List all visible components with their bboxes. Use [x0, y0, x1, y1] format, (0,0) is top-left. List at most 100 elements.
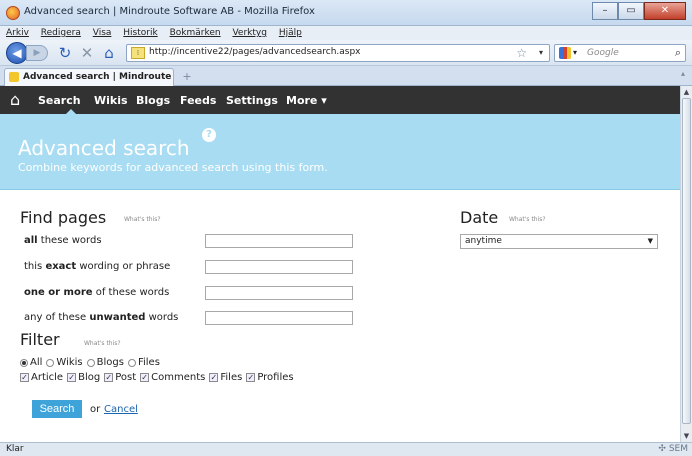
filter-type-radios: All Wikis Blogs Files [20, 357, 164, 368]
scroll-down-icon[interactable]: ▼ [681, 430, 692, 442]
navigation-toolbar: ◀ ▶ ↻ ✕ ⌂ ⁞ http://incentive22/pages/adv… [0, 40, 692, 66]
nav-more[interactable]: More ▾ [286, 94, 327, 107]
site-home-icon[interactable]: ⌂ [10, 91, 28, 109]
date-whats-this-link[interactable]: What's this? [509, 216, 546, 223]
window-title: Advanced search | Mindroute Software AB … [24, 6, 315, 17]
nav-wikis[interactable]: Wikis [94, 94, 128, 107]
exact-phrase-label-bold: exact [45, 261, 77, 272]
radio-blogs[interactable] [86, 358, 95, 367]
check-article[interactable]: ✓ [20, 373, 29, 382]
page-title: Advanced search [18, 136, 190, 160]
menu-historik[interactable]: Historik [123, 28, 157, 38]
search-input[interactable]: Google [587, 48, 619, 58]
nav-blogs[interactable]: Blogs [136, 94, 170, 107]
find-pages-whats-this-link[interactable]: What's this? [124, 216, 161, 223]
exact-phrase-input[interactable] [205, 260, 353, 274]
all-words-label-bold: all [24, 235, 38, 246]
nav-settings[interactable]: Settings [226, 94, 278, 107]
forward-button[interactable]: ▶ [26, 45, 48, 61]
minimize-button[interactable]: – [592, 2, 618, 20]
search-bar[interactable]: ▾ Google ⌕ [554, 44, 686, 62]
unwanted-words-input[interactable] [205, 311, 353, 325]
help-bubble-icon[interactable]: ? [202, 128, 216, 142]
check-profiles-label: Profiles [257, 372, 294, 383]
search-button[interactable]: Search [32, 400, 82, 418]
unwanted-words-label: any of these unwanted words [24, 312, 178, 323]
menu-bokmarken[interactable]: Bokmärken [170, 28, 221, 38]
check-post[interactable]: ✓ [104, 373, 114, 382]
stop-icon[interactable]: ✕ [78, 44, 96, 62]
radio-wikis-label: Wikis [56, 357, 83, 368]
back-button[interactable]: ◀ [6, 42, 28, 64]
site-nav: ⌂ Search Wikis Blogs Feeds Settings More… [0, 86, 680, 114]
radio-all[interactable] [20, 358, 28, 367]
scrollbar-thumb[interactable] [682, 98, 691, 424]
any-words-label-bold: one or more [24, 287, 93, 298]
find-pages-heading: Find pages [20, 208, 107, 227]
filter-content-checkboxes: ✓ Article ✓ Blog ✓ Post ✓ Comments ✓ Files ✓ P… [20, 372, 298, 383]
search-engine-icon[interactable] [559, 47, 571, 59]
firefox-window: Advanced search | Mindroute Software AB … [0, 0, 692, 456]
status-addon-icons: ✣ SEM [658, 444, 688, 454]
menu-verktyg[interactable]: Verktyg [232, 28, 266, 38]
radio-files[interactable] [127, 358, 136, 367]
page-viewport: ⌂ Search Wikis Blogs Feeds Settings More… [0, 86, 680, 442]
exact-phrase-label: this exact wording or phrase [24, 261, 170, 272]
exact-phrase-label-pre: this [24, 261, 46, 272]
firefox-icon [6, 6, 20, 20]
address-bar[interactable]: ⁞ http://incentive22/pages/advancedsearc… [126, 44, 550, 62]
status-text: Klar [6, 444, 24, 454]
menu-arkiv[interactable]: Arkiv [6, 28, 29, 38]
check-files-label: Files [220, 372, 243, 383]
nav-search[interactable]: Search [38, 94, 81, 107]
site-favicon: ⁞ [131, 47, 145, 59]
hero-banner: Advanced search ? Combine keywords for a… [0, 114, 680, 190]
reload-icon[interactable]: ↻ [56, 44, 74, 62]
all-words-input[interactable] [205, 234, 353, 248]
title-bar: Advanced search | Mindroute Software AB … [0, 0, 692, 26]
unwanted-words-label-bold: unwanted [89, 312, 146, 323]
radio-wikis[interactable] [46, 358, 55, 367]
all-words-label-post: these words [37, 235, 102, 246]
date-select[interactable]: anytime ▼ [460, 234, 658, 249]
scroll-up-icon[interactable]: ▲ [681, 86, 692, 98]
any-words-input[interactable] [205, 286, 353, 300]
radio-all-label: All [30, 357, 43, 368]
check-post-label: Post [115, 372, 137, 383]
exact-phrase-label-post: wording or phrase [76, 261, 171, 272]
check-profiles[interactable]: ✓ [246, 373, 256, 382]
check-blog-label: Blog [78, 372, 101, 383]
url-text[interactable]: http://incentive22/pages/advancedsearch.… [149, 47, 361, 57]
maximize-button[interactable]: ▭ [618, 2, 644, 20]
filter-whats-this-link[interactable]: What's this? [84, 340, 121, 347]
all-words-label: all these words [24, 235, 102, 246]
page-subtitle: Combine keywords for advanced search usi… [18, 161, 328, 174]
menu-visa[interactable]: Visa [93, 28, 112, 38]
filter-heading: Filter [20, 330, 60, 349]
unwanted-words-label-post: words [145, 312, 179, 323]
menu-bar: Arkiv Redigera Visa Historik Bokmärken V… [0, 26, 692, 40]
search-go-icon[interactable]: ⌕ [675, 46, 681, 60]
check-article-label: Article [31, 372, 64, 383]
nav-feeds[interactable]: Feeds [180, 94, 216, 107]
vertical-scrollbar[interactable]: ▲ ▼ [680, 86, 692, 442]
check-files[interactable]: ✓ [209, 373, 219, 382]
bookmark-star-icon[interactable]: ☆ [516, 46, 527, 60]
tab-strip: Advanced search | Mindroute Softwa... + … [0, 66, 692, 86]
new-tab-icon[interactable]: + [178, 69, 196, 85]
radio-files-label: Files [137, 357, 160, 368]
tab-favicon-icon [9, 72, 19, 82]
check-comments[interactable]: ✓ [140, 373, 150, 382]
url-history-dropdown-icon[interactable]: ▾ [539, 48, 543, 57]
home-icon[interactable]: ⌂ [100, 44, 118, 62]
menu-redigera[interactable]: Redigera [41, 28, 81, 38]
menu-hjalp[interactable]: Hjälp [279, 28, 302, 38]
close-button[interactable]: ✕ [644, 2, 686, 20]
check-blog[interactable]: ✓ [67, 373, 77, 382]
tab-title: Advanced search | Mindroute Softwa... [23, 72, 173, 82]
status-bar: Klar ✣ SEM [0, 442, 692, 456]
tab-list-icon[interactable]: ▴ [676, 69, 690, 83]
cancel-link[interactable]: Cancel [104, 404, 138, 415]
search-engine-dropdown-icon[interactable]: ▾ [573, 48, 577, 57]
tab-advanced-search[interactable]: Advanced search | Mindroute Softwa... [4, 68, 174, 86]
